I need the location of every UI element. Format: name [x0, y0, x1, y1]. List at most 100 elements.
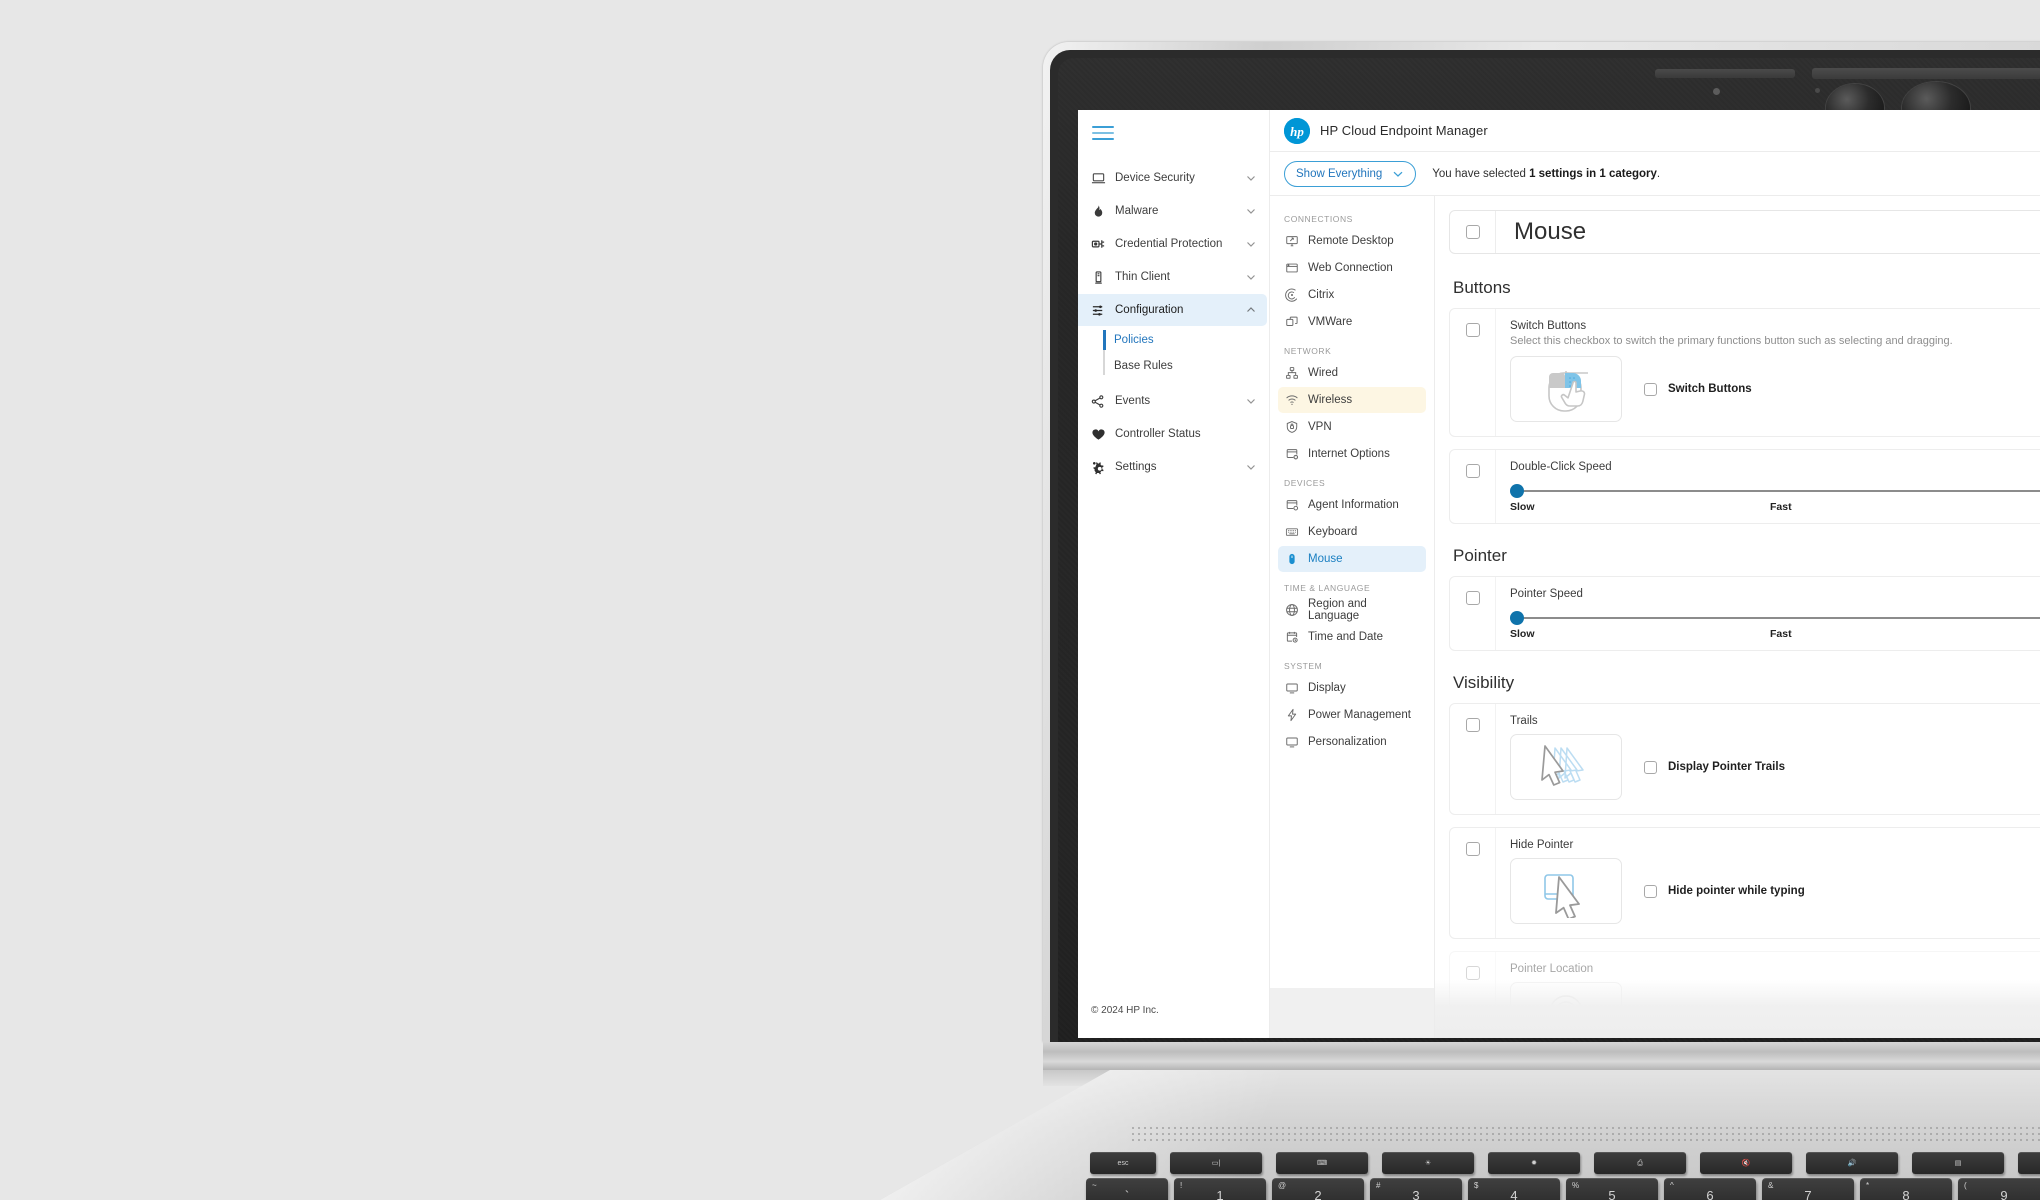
content-columns: CONNECTIONS Remote Desktop Web Connectio… [1270, 196, 2040, 1038]
key-8[interactable]: * 8 [1860, 1178, 1952, 1200]
category-item-label: Web Connection [1308, 262, 1393, 274]
setting-pointer-location: Pointer Location [1449, 951, 2040, 1038]
key-9[interactable]: (9 [1958, 1178, 2040, 1200]
category-item-region-and-language[interactable]: Region and Language [1278, 597, 1426, 623]
sidebar-item-label: Settings [1115, 461, 1157, 473]
category-item-power-management[interactable]: Power Management [1278, 702, 1426, 728]
selection-prefix: You have selected [1432, 167, 1530, 180]
setting-select-checkbox[interactable] [1465, 464, 1480, 478]
key-1[interactable]: ! 1 [1174, 1178, 1266, 1200]
category-item-time-and-date[interactable]: Time and Date [1278, 624, 1426, 650]
category-item-remote-desktop[interactable]: Remote Desktop [1278, 228, 1426, 254]
sidebar-item-credential-protection[interactable]: Credential Protection [1078, 228, 1267, 260]
key-7[interactable]: & 7 [1762, 1178, 1854, 1200]
toolbar: Show Everything You have selected 1 sett… [1270, 152, 2040, 196]
display-pointer-trails-label: Display Pointer Trails [1668, 761, 1785, 773]
key-esc[interactable]: esc [1090, 1152, 1156, 1174]
show-everything-dropdown[interactable]: Show Everything [1284, 160, 1417, 187]
sidebar-item-malware[interactable]: Malware [1078, 195, 1267, 227]
setting-select-checkbox[interactable] [1465, 323, 1480, 337]
show-everything-label: Show Everything [1296, 167, 1383, 180]
setting-switch-buttons: Switch Buttons Select this checkbox to s… [1449, 308, 2040, 437]
setting-select-checkbox[interactable] [1465, 718, 1480, 732]
category-item-web-connection[interactable]: Web Connection [1278, 255, 1426, 281]
sidebar-item-events[interactable]: Events [1078, 385, 1267, 417]
category-item-label: Wired [1308, 367, 1339, 379]
slider-min-label: Slow [1510, 501, 1535, 513]
slider-track[interactable] [1510, 484, 2040, 498]
application-window: Device Security Malware Credential Prote… [1078, 110, 2040, 1038]
hamburger-menu-icon[interactable] [1092, 126, 1114, 140]
slider-knob[interactable] [1510, 484, 1524, 498]
key-f8[interactable]: ▤ [1912, 1152, 2004, 1174]
category-item-agent-information[interactable]: Agent Information [1278, 492, 1426, 518]
setting-select-checkbox[interactable] [1465, 842, 1480, 856]
keyboard-icon [1284, 525, 1299, 540]
sidebar-item-settings[interactable]: Settings [1078, 451, 1267, 483]
category-item-vmware[interactable]: VMWare [1278, 309, 1426, 335]
hide-pointer-while-typing-option[interactable]: Hide pointer while typing [1644, 884, 1805, 898]
key-f5[interactable]: ⎙ [1594, 1152, 1686, 1174]
category-group-label: DEVICES [1284, 478, 1326, 488]
key-f9[interactable]: ▥ [2018, 1152, 2040, 1174]
key-f7[interactable]: 🔊 [1806, 1152, 1898, 1174]
setting-label: Pointer Location [1510, 963, 1594, 975]
key-f1[interactable]: ▭| [1170, 1152, 1262, 1174]
setting-label: Switch Buttons [1510, 320, 1587, 332]
category-item-wired[interactable]: Wired [1278, 360, 1426, 386]
sidebar-item-controller-status[interactable]: Controller Status [1078, 418, 1267, 450]
key-f2[interactable]: ⌨ [1276, 1152, 1368, 1174]
laptop-icon [1090, 170, 1106, 186]
keyboard-key-rows: esc ▭| ⌨ ☀ ✹ ⎙ 🔇 🔊 ▤ ▥ ~` !1 @2 #3 $4 %5… [1086, 1152, 2040, 1200]
slider-knob[interactable] [1510, 611, 1524, 625]
chevron-down-icon [1245, 238, 1257, 250]
category-item-vpn[interactable]: VPN [1278, 414, 1426, 440]
sidebar-item-thin-client[interactable]: Thin Client [1078, 261, 1267, 293]
category-item-label: VMWare [1308, 316, 1353, 328]
webcam-notch-right [1812, 68, 2040, 79]
category-item-keyboard[interactable]: Keyboard [1278, 519, 1426, 545]
key-5[interactable]: % 5 [1566, 1178, 1658, 1200]
display-pointer-trails-checkbox[interactable] [1644, 760, 1657, 774]
sensor-dot-small-icon [1815, 88, 1820, 93]
category-item-internet-options[interactable]: Internet Options [1278, 441, 1426, 467]
key-6[interactable]: ^ 6 [1664, 1178, 1756, 1200]
key-2[interactable]: @2 [1272, 1178, 1364, 1200]
sidebar-item-device-security[interactable]: Device Security [1078, 162, 1267, 194]
sidebar-item-base-rules[interactable]: Base Rules [1114, 353, 1269, 379]
key-tilde[interactable]: ~ ` [1086, 1178, 1168, 1200]
key-4[interactable]: $4 [1468, 1178, 1560, 1200]
hide-pointer-while-typing-checkbox[interactable] [1644, 884, 1657, 898]
sidebar-item-label: Controller Status [1115, 428, 1201, 440]
sidebar-subitem-label: Policies [1114, 334, 1154, 346]
category-item-display[interactable]: Display [1278, 675, 1426, 701]
switch-buttons-checkbox[interactable] [1644, 382, 1657, 396]
copyright-text: © 2024 HP Inc. [1091, 1005, 1159, 1016]
heartbeat-icon [1090, 426, 1106, 442]
sidebar-item-configuration[interactable]: Configuration [1078, 294, 1267, 326]
hp-logo-icon: hp [1284, 117, 1310, 144]
setting-select-checkbox[interactable] [1465, 966, 1480, 980]
key-f3[interactable]: ☀ [1382, 1152, 1474, 1174]
category-scroll-area[interactable]: CONNECTIONS Remote Desktop Web Connectio… [1278, 204, 1426, 819]
page-select-checkbox[interactable] [1465, 225, 1480, 239]
slider-line [1516, 490, 2040, 492]
switch-buttons-option[interactable]: Switch Buttons [1644, 382, 1752, 396]
key-f4[interactable]: ✹ [1488, 1152, 1580, 1174]
category-item-citrix[interactable]: Citrix [1278, 282, 1426, 308]
calendar-clock-icon [1284, 630, 1299, 645]
setting-option-row: Display Pointer Trails [1510, 734, 2040, 800]
key-f6[interactable]: 🔇 [1700, 1152, 1792, 1174]
slider-track[interactable] [1510, 611, 2040, 625]
sidebar-item-policies[interactable]: Policies [1103, 327, 1269, 353]
category-item-mouse[interactable]: Mouse [1278, 546, 1426, 572]
wifi-icon [1284, 393, 1299, 408]
setting-select-checkbox[interactable] [1465, 591, 1480, 605]
double-click-speed-slider[interactable]: Slow Fast [1510, 476, 2040, 513]
pointer-speed-slider[interactable]: Slow Fast [1510, 603, 2040, 640]
category-item-wireless[interactable]: Wireless [1278, 387, 1426, 413]
category-item-personalization[interactable]: Personalization [1278, 729, 1426, 755]
display-pointer-trails-option[interactable]: Display Pointer Trails [1644, 760, 1785, 774]
key-3[interactable]: #3 [1370, 1178, 1462, 1200]
network-wired-icon [1284, 366, 1299, 381]
